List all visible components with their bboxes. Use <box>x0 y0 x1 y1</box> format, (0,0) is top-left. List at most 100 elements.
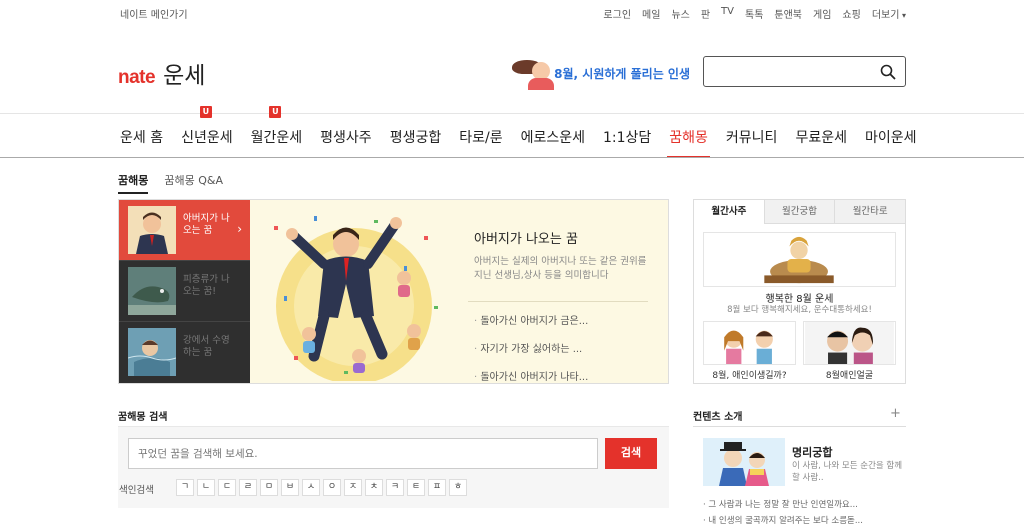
index-key[interactable]: ㅍ <box>428 479 446 496</box>
top-search <box>703 56 906 87</box>
feature-link[interactable]: 자기가 가장 싫어하는 ... <box>474 336 649 364</box>
index-key[interactable]: ㅈ <box>344 479 362 496</box>
service-name: 운세 <box>163 63 206 89</box>
logo[interactable]: nate 운세 <box>118 56 205 90</box>
game-link[interactable]: 게임 <box>813 6 831 21</box>
nav-newyear[interactable]: U 신년운세 <box>179 106 241 158</box>
thumb-reptile[interactable]: 피층류가 나오는 꿈! <box>119 261 250 322</box>
index-key[interactable]: ㄱ <box>176 479 194 496</box>
dream-search-input[interactable] <box>129 439 597 468</box>
update-badge: U <box>199 106 212 118</box>
feature-title[interactable]: 아버지가 나오는 꿈 <box>474 228 649 247</box>
thumb-caption[interactable]: 8월애인얼굴 <box>803 368 896 381</box>
tab-monthly-match[interactable]: 월간궁합 <box>763 200 835 224</box>
promo-title[interactable]: 명리궁합 <box>792 444 832 460</box>
nav-label: 신년운세 <box>181 130 233 146</box>
update-badge: U <box>269 106 282 118</box>
nav-label: 꿈해몽 <box>669 130 708 146</box>
thumb-caption[interactable]: 8월, 애인이생길까? <box>703 368 796 381</box>
promo-desc: 이 사람, 나와 모든 순간을 함께할 사람.. <box>792 461 903 483</box>
tv-link[interactable]: TV <box>721 6 734 21</box>
reptile-thumb-icon <box>128 267 176 315</box>
index-key[interactable]: ㅇ <box>323 479 341 496</box>
nav-home[interactable]: 운세 홈 <box>118 114 171 158</box>
feature-info: 아버지가 나오는 꿈 아버지는 실제의 아버지나 또는 같은 권위를 지닌 선생… <box>468 228 649 392</box>
tab-monthly-saju[interactable]: 월간사주 <box>694 200 764 224</box>
top-bar: 네이트 메인가기 로그인 메일 뉴스 판 TV 톡톡 툰앤북 게임 쇼핑 더보기 <box>0 0 1024 24</box>
nav-community[interactable]: 커뮤니티 <box>724 114 786 158</box>
feature-links: 돌아가신 아버지가 금은... 자기가 가장 싫어하는 ... 돌아가신 아버지… <box>474 308 649 392</box>
nav-label: 1:1상담 <box>602 130 652 146</box>
lover-face-image[interactable] <box>803 321 896 365</box>
index-key[interactable]: ㅌ <box>407 479 425 496</box>
contents-title: 컨텐츠 소개 <box>693 412 743 423</box>
dream-search-button[interactable]: 검색 <box>605 438 657 469</box>
index-key[interactable]: ㅂ <box>281 479 299 496</box>
dream-search-box: 검색 색인검색 ㄱ ㄴ ㄷ ㄹ ㅁ ㅂ ㅅ ㅇ ㅈ ㅊ ㅋ ㅌ ㅍ ㅎ <box>118 426 669 508</box>
plus-icon[interactable]: + <box>890 406 901 421</box>
nav-lifetime-match[interactable]: 평생궁합 <box>388 114 450 158</box>
nav-tarot[interactable]: 타로/룬 <box>457 114 510 158</box>
feature-thumbs: 아버지가 나오는 꿈 › 피층류가 나오는 꿈! 강에서 수영하는 꿈 <box>119 200 250 383</box>
index-key[interactable]: ㅊ <box>365 479 383 496</box>
mail-link[interactable]: 메일 <box>642 6 660 21</box>
contents-link[interactable]: 내 인생의 굴곡까지 알려주는 보다 소름돋... <box>703 514 863 524</box>
feature-link[interactable]: 돌아가신 아버지가 금은... <box>474 308 649 336</box>
consonant-index: ㄱ ㄴ ㄷ ㄹ ㅁ ㅂ ㅅ ㅇ ㅈ ㅊ ㅋ ㅌ ㅍ ㅎ <box>176 479 467 496</box>
feature-divider <box>468 301 648 302</box>
couple-hanbok-image[interactable] <box>703 438 785 486</box>
search-icon[interactable] <box>880 64 896 80</box>
index-key[interactable]: ㅋ <box>386 479 404 496</box>
contents-link[interactable]: 그 사람과 나는 정말 잘 만난 인연일까요... <box>703 498 857 510</box>
search-input[interactable] <box>704 57 874 86</box>
dream-search-field <box>128 438 598 469</box>
nav-free[interactable]: 무료운세 <box>793 114 855 158</box>
father-dream-illustration <box>274 216 438 381</box>
news-link[interactable]: 뉴스 <box>671 6 689 21</box>
tab-dream-qna[interactable]: 꿈해몽 Q&A <box>164 172 223 194</box>
nav-dream[interactable]: 꿈해몽 <box>667 114 716 158</box>
thumb-label: 피층류가 나오는 꿈! <box>183 274 230 297</box>
thumb-swim[interactable]: 강에서 수영하는 꿈 <box>119 322 250 383</box>
monthly-tabs: 월간사주 월간궁합 월간타로 <box>694 200 906 224</box>
nav-label: 타로/룬 <box>459 130 503 146</box>
thumb-father[interactable]: 아버지가 나오는 꿈 › <box>119 200 250 261</box>
index-key[interactable]: ㄷ <box>218 479 236 496</box>
pann-link[interactable]: 판 <box>701 6 710 21</box>
nav-label: 무료운세 <box>795 130 847 146</box>
couple-thumb-image[interactable] <box>703 321 796 365</box>
main-nav: 운세 홈 U 신년운세 U 월간운세 평생사주 평생궁합 타로/룬 에로스운세 1:… <box>118 106 933 158</box>
more-link[interactable]: 더보기 <box>872 6 906 21</box>
nav-label: 월간운세 <box>250 130 303 146</box>
sub-tabs: 꿈해몽 꿈해몽 Q&A <box>118 172 223 194</box>
monthly-panel: 월간사주 월간궁합 월간타로 행복한 8월 운세 8월 보다 행복해지세요, 운… <box>693 199 906 384</box>
toonbook-link[interactable]: 툰앤북 <box>774 6 802 21</box>
promo-banner[interactable]: 8월, 시원하게 풀리는 인생 <box>510 56 690 90</box>
login-link[interactable]: 로그인 <box>603 6 631 21</box>
toktok-link[interactable]: 톡톡 <box>745 6 763 21</box>
nav-monthly[interactable]: U 월간운세 <box>249 106 311 158</box>
nav-label: 마이운세 <box>864 130 917 146</box>
tab-monthly-tarot[interactable]: 월간타로 <box>834 200 906 224</box>
banner-text: 8월, 시원하게 풀리는 인생 <box>554 66 690 81</box>
index-key[interactable]: ㅎ <box>449 479 467 496</box>
index-key[interactable]: ㄴ <box>197 479 215 496</box>
thumb-label: 아버지가 나오는 꿈 <box>183 213 230 236</box>
feature-link[interactable]: 돌아가신 아버지가 나타... <box>474 364 649 392</box>
nav-consult[interactable]: 1:1상담 <box>601 114 659 158</box>
index-key[interactable]: ㄹ <box>239 479 257 496</box>
nav-label: 운세 홈 <box>120 130 164 146</box>
index-key[interactable]: ㅁ <box>260 479 278 496</box>
tab-dream[interactable]: 꿈해몽 <box>118 172 149 194</box>
shopping-link[interactable]: 쇼핑 <box>842 6 860 21</box>
nate-home-link[interactable]: 네이트 메인가기 <box>120 6 188 21</box>
nav-label: 에로스운세 <box>520 130 585 146</box>
index-label: 색인검색 <box>119 485 154 496</box>
nav-my[interactable]: 마이운세 <box>863 114 925 158</box>
swim-thumb-icon <box>128 328 176 376</box>
index-key[interactable]: ㅅ <box>302 479 320 496</box>
gnb-divider <box>0 157 1024 158</box>
nav-eros[interactable]: 에로스운세 <box>519 114 593 158</box>
fortune-teller-image[interactable] <box>703 232 896 287</box>
nav-lifetime-saju[interactable]: 평생사주 <box>318 114 380 158</box>
